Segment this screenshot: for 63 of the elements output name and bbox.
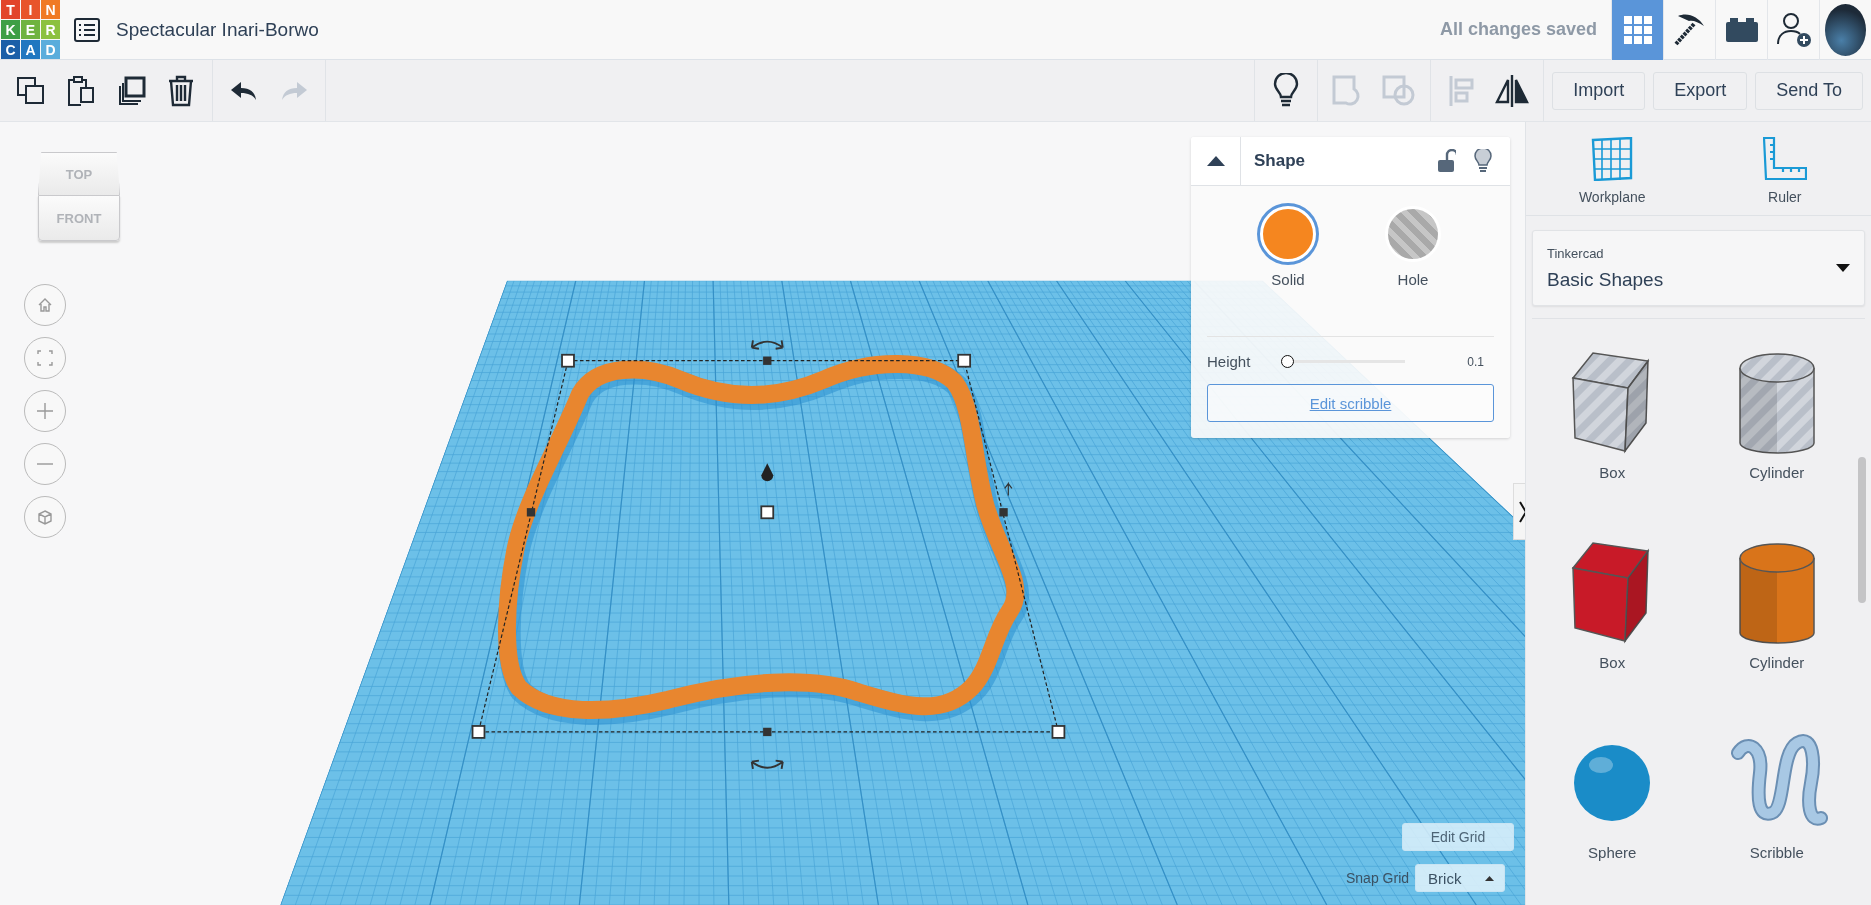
height-label: Height — [1207, 353, 1252, 370]
height-slider-thumb[interactable] — [1281, 355, 1294, 368]
center-handle[interactable] — [760, 505, 775, 520]
align-icon — [1448, 74, 1477, 107]
caret-down-icon — [1836, 264, 1850, 272]
padlock-open-icon[interactable] — [1438, 149, 1456, 173]
add-user-icon — [1775, 11, 1812, 48]
home-icon — [38, 298, 52, 312]
zoom-in-icon — [36, 402, 54, 420]
resize-handle[interactable] — [763, 727, 772, 737]
resize-handle[interactable] — [471, 725, 486, 739]
tool-button[interactable]: Ruler — [1698, 122, 1871, 215]
lift-handle-icon[interactable] — [761, 463, 774, 482]
ruler-icon — [1762, 137, 1807, 181]
clipboard-icon — [66, 74, 96, 107]
edit-grid-button[interactable]: Edit Grid — [1402, 823, 1514, 851]
design-canvas[interactable]: TOP FRONT Shape Solid Hole Height 0.1 Edit scribble Edit Grid Snap Grid Brick — [0, 122, 1525, 905]
lightbulb-icon[interactable] — [1474, 149, 1492, 173]
resize-handle[interactable] — [526, 508, 536, 517]
toolbar-text-button[interactable]: Import — [1552, 71, 1646, 110]
redo-arrow-icon — [280, 79, 308, 102]
trash-icon — [168, 74, 194, 107]
resize-handle[interactable] — [957, 353, 972, 368]
shape-tile[interactable]: Cylinder — [1694, 319, 1859, 509]
tinkercad-logo[interactable]: T I N K E R C A D — [1, 0, 60, 59]
workplane-grid-icon — [1591, 137, 1634, 181]
zoom-out-icon — [36, 462, 54, 466]
snap-grid-label: Snap Grid — [1346, 870, 1410, 886]
brick-icon — [1725, 17, 1758, 42]
design-title[interactable]: Spectacular Inari-Borwo — [116, 18, 1440, 41]
copy-icon — [16, 75, 46, 106]
library-category: Basic Shapes — [1547, 268, 1665, 291]
resize-handle[interactable] — [561, 353, 575, 368]
lightbulb-icon — [1273, 72, 1300, 109]
panel-title: Shape — [1254, 151, 1307, 171]
tool-button[interactable]: Workplane — [1526, 122, 1699, 215]
view-control-button[interactable] — [24, 496, 66, 538]
snap-grid-dropdown[interactable]: Brick — [1415, 864, 1506, 892]
grid-icon — [1623, 15, 1652, 44]
shape-tile[interactable]: Scribble — [1694, 699, 1859, 889]
height-value: 0.1 — [1467, 354, 1484, 369]
caret-up-icon — [1206, 156, 1225, 166]
shape-tile[interactable]: Sphere — [1530, 699, 1695, 889]
shape-tile[interactable]: Box — [1530, 509, 1695, 699]
resize-handle[interactable] — [763, 356, 772, 365]
fit-view-icon — [37, 350, 53, 366]
resize-handle[interactable] — [999, 508, 1008, 517]
cube-outline-icon — [38, 509, 52, 525]
caret-up-icon — [1485, 875, 1495, 881]
shape-library-dropdown[interactable]: Tinkercad Basic Shapes — [1532, 230, 1865, 306]
shape-tile[interactable]: Box — [1530, 319, 1695, 509]
save-status: All changes saved — [1439, 19, 1597, 40]
mirror-icon — [1495, 73, 1530, 108]
shape-tile[interactable]: Cylinder — [1694, 509, 1859, 699]
avatar-photo[interactable] — [1825, 3, 1866, 56]
undo-arrow-icon — [230, 79, 258, 102]
scrollbar[interactable] — [1858, 457, 1866, 603]
resize-handle[interactable] — [1051, 725, 1066, 739]
ungroup-icon — [1382, 74, 1417, 107]
list-icon[interactable] — [74, 17, 100, 42]
toolbar-text-button[interactable]: Send To — [1755, 71, 1863, 110]
toolbar-text-button[interactable]: Export — [1653, 71, 1748, 110]
library-source: Tinkercad — [1547, 245, 1605, 261]
